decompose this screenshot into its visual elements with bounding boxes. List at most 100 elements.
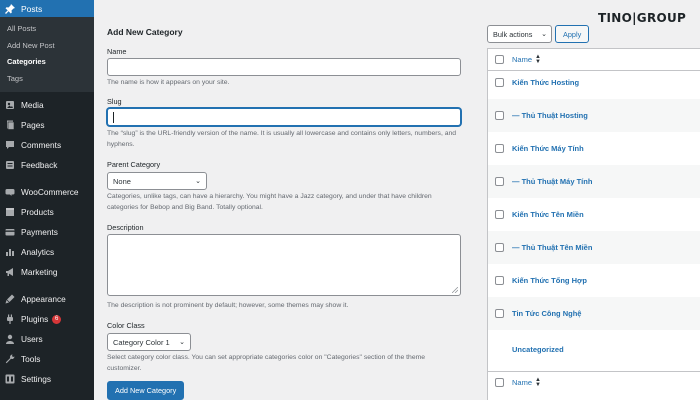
sidebar-item-comments[interactable]: Comments [0,135,94,155]
select-all-checkbox-footer[interactable] [495,378,504,387]
table-row: Tin Tức Công Nghệ [488,297,700,330]
table-row: Uncategorized [488,333,700,366]
woocommerce-icon [5,187,15,197]
name-column-header[interactable]: Name ▲ ▼ [512,53,541,65]
name-input[interactable] [107,58,461,76]
sidebar-item-label: Posts [21,3,43,14]
plugins-icon [5,314,15,324]
sidebar-item-appearance[interactable]: Appearance [0,289,94,309]
row-checkbox[interactable] [495,309,504,318]
sidebar-item-tools[interactable]: Tools [0,349,94,369]
category-name-link[interactable]: Kiến Thức Hosting [512,78,579,87]
color-class-value: Category Color 1 [113,337,170,347]
sidebar-item-label: Pages [21,120,45,130]
slug-help: The “slug” is the URL-friendly version o… [107,130,457,148]
category-name-link[interactable]: — Thủ Thuật Hosting [512,111,588,120]
category-name-link[interactable]: Kiến Thức Máy Tính [512,144,584,153]
bulk-actions-select[interactable]: Bulk actions ⌄ [487,25,552,43]
sidebar-item-media[interactable]: Media [0,95,94,115]
name-column-footer[interactable]: Name ▲ ▼ [512,376,541,388]
sidebar-item-woocommerce[interactable]: WooCommerce [0,182,94,202]
category-name-link[interactable]: Tin Tức Công Nghệ [512,309,581,318]
tinogroup-logo: TINO|GROUP [598,11,687,25]
pages-icon [5,120,15,130]
payments-icon [5,227,15,237]
sidebar-item-label: Feedback [21,160,58,170]
bulk-actions-toolbar: Bulk actions ⌄ Apply [487,25,590,43]
parent-category-help: Categories, unlike tags, can have a hier… [107,193,432,211]
sidebar-item-feedback[interactable]: Feedback [0,155,94,175]
table-row: — Thủ Thuật Tên Miền [488,231,700,264]
chevron-down-icon: ⌄ [195,178,201,185]
sidebar-item-marketing[interactable]: Marketing [0,262,94,282]
row-checkbox[interactable] [495,276,504,285]
sidebar-item-label: Payments [21,227,58,237]
marketing-icon [5,267,15,277]
resize-handle-icon[interactable] [452,287,458,293]
table-row: — Thủ Thuật Hosting [488,99,700,132]
category-name-link[interactable]: Kiến Thức Tổng Hợp [512,276,587,285]
comments-icon [5,140,15,150]
parent-category-select[interactable]: None ⌄ [107,172,207,190]
category-name-link[interactable]: Kiến Thức Tên Miền [512,210,584,219]
sidebar-item-label: Products [21,207,54,217]
row-checkbox[interactable] [495,144,504,153]
chevron-down-icon: ⌄ [179,339,185,346]
description-textarea[interactable] [107,234,461,296]
row-checkbox[interactable] [495,177,504,186]
sidebar-item-settings[interactable]: Settings [0,369,94,389]
row-checkbox[interactable] [495,243,504,252]
plugins-update-badge: 6 [52,314,62,324]
color-class-label: Color Class [107,321,145,330]
description-help: The description is not prominent by defa… [107,302,349,309]
submenu-add-new-post[interactable]: Add New Post [0,38,94,55]
color-class-select[interactable]: Category Color 1 ⌄ [107,333,191,351]
sidebar-item-label: Analytics [21,247,55,257]
submenu-categories[interactable]: Categories [0,54,94,71]
posts-submenu: All Posts Add New Post Categories Tags [0,17,94,92]
submenu-all-posts[interactable]: All Posts [0,21,94,38]
color-class-help: Select category color class. You can set… [107,354,426,372]
add-new-category-button[interactable]: Add New Category [107,381,185,400]
sidebar-item-label: Users [21,334,43,344]
sidebar-item-label: Plugins [21,314,49,324]
select-all-checkbox[interactable] [495,55,504,64]
sidebar-item-payments[interactable]: Payments [0,222,94,242]
row-checkbox[interactable] [495,210,504,219]
sidebar-item-plugins[interactable]: Plugins 6 [0,309,94,329]
name-label: Name [107,47,127,56]
chevron-down-icon: ⌄ [541,31,547,38]
users-icon [5,334,15,344]
row-checkbox[interactable] [495,111,504,120]
sidebar-item-label: Tools [21,354,41,364]
pushpin-icon [5,3,15,14]
submenu-tags[interactable]: Tags [0,71,94,88]
slug-label: Slug [107,97,122,106]
apply-button[interactable]: Apply [555,25,590,43]
sort-arrows-icon: ▲ ▼ [535,53,541,65]
description-label: Description [107,223,144,232]
category-name-link[interactable]: — Thủ Thuật Tên Miền [512,243,592,252]
name-help: The name is how it appears on your site. [107,79,230,86]
parent-category-label: Parent Category [107,160,161,169]
table-row: Kiến Thức Tên Miền [488,198,700,231]
admin-sidebar: Posts All Posts Add New Post Categories … [0,0,94,400]
sort-arrows-icon: ▲ ▼ [535,376,541,388]
sidebar-item-users[interactable]: Users [0,329,94,349]
settings-icon [5,374,15,384]
table-row: Kiến Thức Hosting [488,66,700,99]
category-name-link[interactable]: — Thủ Thuật Máy Tính [512,177,592,186]
table-row: Kiến Thức Máy Tính [488,132,700,165]
sidebar-item-pages[interactable]: Pages [0,115,94,135]
sidebar-item-products[interactable]: Products [0,202,94,222]
sidebar-item-label: WooCommerce [21,187,79,197]
analytics-icon [5,247,15,257]
row-checkbox[interactable] [495,78,504,87]
sidebar-item-analytics[interactable]: Analytics [0,242,94,262]
sidebar-item-label: Media [21,100,44,110]
category-name-link[interactable]: Uncategorized [512,345,564,354]
sidebar-item-posts[interactable]: Posts [0,0,94,17]
products-icon [5,207,15,217]
media-icon [5,100,15,110]
slug-input[interactable] [107,108,461,126]
